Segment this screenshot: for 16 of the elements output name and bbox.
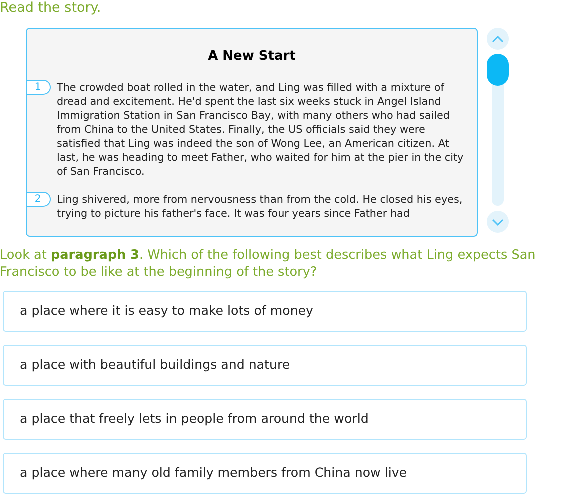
answer-choice[interactable]: a place where it is easy to make lots of money [3, 291, 527, 332]
answer-choice[interactable]: a place where many old family members from China now live [3, 453, 527, 494]
story-title: A New Start [207, 48, 297, 66]
paragraph-text: The crowded boat rolled in the water, and Ling was filled with a mixture of dread and excitement. He'd spent the last six weeks stuck in Angel Island Immigration Station in San Francisco Bay, with many others who had sailed from China to the United States. Finally, the US officials said they were satisfied that Ling was indeed the son of Wong Lee, an American citizen. At last, he was heading to meet Father, who waited for him at the pier in the city of San Francisco. [57, 80, 465, 178]
scroll-down-button[interactable] [487, 211, 509, 233]
paragraph-number: 2 [27, 192, 51, 206]
answer-choice[interactable]: a place that freely lets in people from around the world [3, 399, 527, 440]
answer-choice[interactable]: a place with beautiful buildings and nature [3, 345, 527, 386]
scroll-thumb[interactable] [487, 54, 509, 86]
question-text: Look at paragraph 3. Which of the following best describes what Ling expects San Francisco to be like at the beginning of the story? [0, 247, 537, 281]
scroll-up-button[interactable] [487, 28, 509, 50]
paragraph-number: 1 [27, 80, 51, 94]
chevron-down-icon [492, 218, 504, 226]
chevron-up-icon [492, 36, 504, 42]
instruction-text: Read the story. [0, 0, 102, 16]
paragraph-text: Ling shivered, more from nervousness than from the cold. He closed his eyes, trying to picture his father's face. It was four years since Father had [57, 192, 464, 220]
